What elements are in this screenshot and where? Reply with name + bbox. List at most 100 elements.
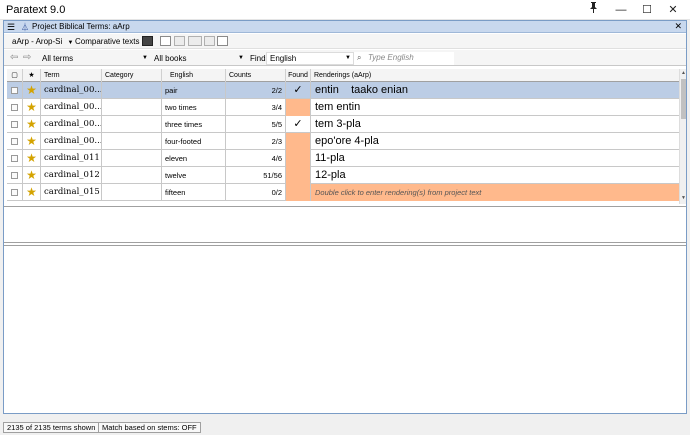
hamburger-menu-icon[interactable]: ☰ xyxy=(7,22,15,32)
renderings-cell[interactable]: 12-pla xyxy=(311,167,679,184)
table-row[interactable]: ★ cardinal_00... four-footed 2/3 epo'ore… xyxy=(7,133,679,150)
term-cell: cardinal_012 xyxy=(41,167,102,184)
term-cell: cardinal_00... xyxy=(41,116,102,133)
table-row[interactable]: ★ cardinal_00... three times 5/5 ✓ tem 3… xyxy=(7,116,679,133)
found-cell xyxy=(286,133,311,150)
term-cell: cardinal_00... xyxy=(41,82,102,99)
document-icon[interactable] xyxy=(174,36,185,46)
toolbar-primary: aArp - Arop-Si ▼ Comparative texts xyxy=(4,34,686,49)
star-icon[interactable]: ★ xyxy=(23,99,41,116)
counts-cell: 4/6 xyxy=(226,150,286,167)
header-star[interactable]: ★ xyxy=(23,69,41,82)
header-renderings[interactable]: Renderings (aArp) xyxy=(311,69,679,82)
print-icon[interactable] xyxy=(142,36,153,46)
renderings-cell[interactable]: tem 3-pla xyxy=(311,116,679,133)
image-icon[interactable] xyxy=(204,36,215,46)
row-checkbox[interactable] xyxy=(7,99,23,116)
english-cell: fifteen xyxy=(162,184,226,201)
row-checkbox[interactable] xyxy=(7,133,23,150)
books-filter-value: All books xyxy=(154,54,187,63)
edit-icon[interactable] xyxy=(160,36,171,46)
header-counts[interactable]: Counts xyxy=(226,69,286,82)
star-icon[interactable]: ★ xyxy=(23,150,41,167)
header-check[interactable]: ▢ xyxy=(7,69,23,82)
project-selector-label: aArp - Arop-Si xyxy=(12,37,63,46)
back-arrow-icon[interactable]: ⇦ xyxy=(10,52,18,63)
counts-cell: 5/5 xyxy=(226,116,286,133)
term-cell: cardinal_015 xyxy=(41,184,102,201)
maximize-button[interactable]: ☐ xyxy=(634,0,660,20)
comparative-texts-button[interactable]: Comparative texts xyxy=(75,36,139,47)
header-found[interactable]: Found xyxy=(286,69,311,82)
book-icon[interactable] xyxy=(188,36,202,46)
term-references-pane[interactable] xyxy=(4,245,686,413)
header-term[interactable]: Term xyxy=(41,69,102,82)
pin-icon[interactable] xyxy=(580,0,606,20)
project-selector[interactable]: aArp - Arop-Si ▼ xyxy=(12,36,73,47)
terms-filter-value: All terms xyxy=(42,54,74,63)
match-stems-status[interactable]: Match based on stems: OFF xyxy=(98,422,201,433)
counts-cell: 51/56 xyxy=(226,167,286,184)
scroll-up-icon[interactable]: ▲ xyxy=(680,70,687,76)
row-checkbox[interactable] xyxy=(7,116,23,133)
panel-titlebar: ☰ ⏃ Project Biblical Terms: aArp ✕ xyxy=(4,21,686,33)
english-cell: two times xyxy=(162,99,226,116)
header-category[interactable]: Category xyxy=(102,69,162,82)
counts-cell: 2/3 xyxy=(226,133,286,150)
found-cell xyxy=(286,184,311,201)
chevron-down-icon: ▼ xyxy=(67,40,74,46)
found-cell xyxy=(286,167,311,184)
books-filter-select[interactable]: All books ▼ xyxy=(154,53,244,64)
category-cell xyxy=(102,150,162,167)
renderings-cell[interactable]: 11-pla xyxy=(311,150,679,167)
status-bar: 2135 of 2135 terms shown Match based on … xyxy=(3,421,687,433)
window-titlebar: Paratext 9.0 — ☐ ✕ xyxy=(0,0,690,20)
table-row[interactable]: ★ cardinal_012 twelve 51/56 12-pla xyxy=(7,167,679,184)
table-row[interactable]: ★ cardinal_011 eleven 4/6 11-pla xyxy=(7,150,679,167)
table-row[interactable]: ★ cardinal_00... pair 2/2 ✓ entin taako … xyxy=(7,82,679,99)
table-row[interactable]: ★ cardinal_00... two times 3/4 tem entin xyxy=(7,99,679,116)
find-label: Find xyxy=(250,54,266,63)
export-icon[interactable] xyxy=(217,36,228,46)
renderings-cell[interactable]: tem entin xyxy=(311,99,679,116)
english-cell: eleven xyxy=(162,150,226,167)
counts-cell: 0/2 xyxy=(226,184,286,201)
star-icon[interactable]: ★ xyxy=(23,82,41,99)
category-cell xyxy=(102,82,162,99)
category-cell xyxy=(102,184,162,201)
counts-cell: 2/2 xyxy=(226,82,286,99)
table-row[interactable]: ★ cardinal_015 fifteen 0/2 Double click … xyxy=(7,184,679,201)
english-cell: four-footed xyxy=(162,133,226,150)
panel-title: Project Biblical Terms: aArp xyxy=(32,22,130,31)
row-checkbox[interactable] xyxy=(7,184,23,201)
panel-close-icon[interactable]: ✕ xyxy=(674,21,682,32)
forward-arrow-icon[interactable]: ⇨ xyxy=(23,52,31,63)
renderings-cell[interactable]: epo'ore 4-pla xyxy=(311,133,679,150)
chevron-down-icon: ▼ xyxy=(238,55,244,61)
terms-filter-select[interactable]: All terms ▼ xyxy=(42,53,148,64)
star-icon[interactable]: ★ xyxy=(23,133,41,150)
search-icon: ⌕ xyxy=(357,53,362,62)
biblical-terms-icon: ⏃ xyxy=(21,23,29,32)
row-checkbox[interactable] xyxy=(7,82,23,99)
counts-cell: 3/4 xyxy=(226,99,286,116)
close-button[interactable]: ✕ xyxy=(660,0,686,20)
star-icon[interactable]: ★ xyxy=(23,167,41,184)
header-english[interactable]: English xyxy=(162,69,226,82)
term-details-pane[interactable] xyxy=(4,206,686,243)
star-icon[interactable]: ★ xyxy=(23,184,41,201)
star-icon[interactable]: ★ xyxy=(23,116,41,133)
term-cell: cardinal_00... xyxy=(41,99,102,116)
search-input[interactable]: ⌕ Type English xyxy=(354,52,454,65)
chevron-down-icon: ▼ xyxy=(345,55,351,61)
renderings-cell[interactable]: entin taako enian xyxy=(311,82,679,99)
renderings-hint[interactable]: Double click to enter rendering(s) from … xyxy=(311,184,679,201)
minimize-button[interactable]: — xyxy=(608,0,634,20)
scroll-down-icon[interactable]: ▼ xyxy=(680,195,687,201)
row-checkbox[interactable] xyxy=(7,150,23,167)
row-checkbox[interactable] xyxy=(7,167,23,184)
scroll-thumb[interactable] xyxy=(681,79,686,119)
table-scrollbar[interactable]: ▲ ▼ xyxy=(679,69,686,204)
find-language-select[interactable]: English ▼ xyxy=(266,52,354,65)
found-cell: ✓ xyxy=(286,116,311,133)
